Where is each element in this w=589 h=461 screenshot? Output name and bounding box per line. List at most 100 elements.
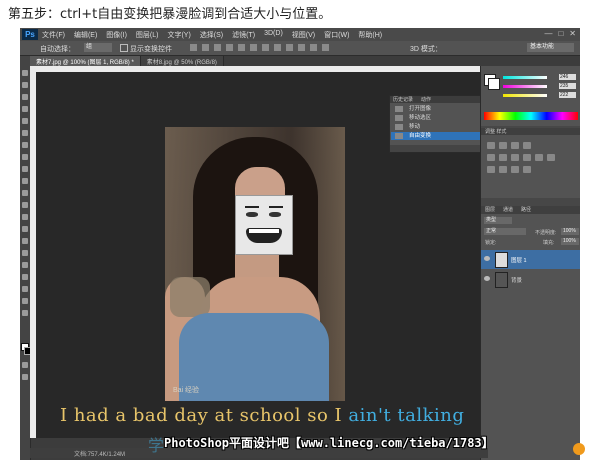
subtitle-part-1: I had a bad day at school so I [60, 405, 343, 426]
show-transform-checkbox[interactable] [120, 44, 128, 52]
clone-stamp-tool-icon[interactable] [22, 166, 28, 172]
menu-filter[interactable]: 滤镜(T) [232, 30, 255, 40]
color-panel-background-swatch[interactable] [488, 78, 500, 90]
tab-paths[interactable]: 路径 [521, 206, 531, 214]
fill-field[interactable]: 100% [561, 238, 579, 245]
threshold-icon[interactable] [511, 166, 519, 173]
dodge-tool-icon[interactable] [22, 226, 28, 232]
menu-help[interactable]: 帮助(H) [358, 30, 382, 40]
menu-view[interactable]: 视图(V) [292, 30, 315, 40]
opacity-field[interactable]: 100% [561, 228, 579, 235]
blue-value-field[interactable]: 222 [559, 92, 576, 98]
auto-select-dropdown[interactable]: 组 [84, 43, 112, 52]
tab-document-1[interactable]: 素材7.jpg @ 100% (图层 1, RGB/8) * [30, 56, 141, 66]
align-bottom-icon[interactable] [214, 44, 221, 51]
layer-row[interactable]: 背景 [481, 270, 580, 289]
align-right-icon[interactable] [250, 44, 257, 51]
distribute-top-icon[interactable] [262, 44, 269, 51]
eraser-tool-icon[interactable] [22, 190, 28, 196]
invert-icon[interactable] [487, 166, 495, 173]
close-button[interactable]: ✕ [569, 29, 576, 38]
tab-actions[interactable]: 动作 [421, 96, 431, 103]
align-left-icon[interactable] [226, 44, 233, 51]
pen-tool-icon[interactable] [22, 238, 28, 244]
hue-saturation-icon[interactable] [499, 154, 507, 161]
blur-tool-icon[interactable] [22, 214, 28, 220]
color-balance-icon[interactable] [511, 154, 519, 161]
shape-tool-icon[interactable] [22, 274, 28, 280]
document-photo[interactable]: Bai 经验 [165, 127, 345, 401]
tab-channels[interactable]: 通道 [503, 206, 513, 214]
distribute-bottom-icon[interactable] [286, 44, 293, 51]
menu-type[interactable]: 文字(Y) [167, 30, 190, 40]
distribute-left-icon[interactable] [298, 44, 305, 51]
history-item-selected[interactable]: 自由变换 [391, 132, 481, 140]
align-vcenter-icon[interactable] [202, 44, 209, 51]
photo-filter-icon[interactable] [535, 154, 543, 161]
black-white-icon[interactable] [523, 154, 531, 161]
screen-mode-icon[interactable] [22, 374, 28, 380]
menu-select[interactable]: 选择(S) [200, 30, 223, 40]
vibrance-icon[interactable] [487, 154, 495, 161]
curves-icon[interactable] [511, 142, 519, 149]
tab-history[interactable]: 历史记录 [393, 96, 413, 103]
lasso-tool-icon[interactable] [22, 94, 28, 100]
gradient-tool-icon[interactable] [22, 202, 28, 208]
healing-brush-tool-icon[interactable] [22, 142, 28, 148]
workspace-dropdown[interactable]: 基本功能 [527, 43, 574, 52]
posterize-icon[interactable] [499, 166, 507, 173]
path-select-tool-icon[interactable] [22, 262, 28, 268]
blue-slider[interactable] [503, 94, 547, 97]
align-top-icon[interactable] [190, 44, 197, 51]
distribute-vcenter-icon[interactable] [274, 44, 281, 51]
levels-icon[interactable] [499, 142, 507, 149]
red-slider[interactable] [503, 76, 547, 79]
color-spectrum-bar[interactable] [484, 112, 578, 120]
minimize-button[interactable]: — [544, 29, 552, 38]
brush-tool-icon[interactable] [22, 154, 28, 160]
marquee-tool-icon[interactable] [22, 82, 28, 88]
hand-tool-icon[interactable] [22, 298, 28, 304]
tab-styles[interactable]: 样式 [496, 129, 506, 135]
zoom-tool-icon[interactable] [22, 310, 28, 316]
layer-filter-dropdown[interactable]: 类型 [484, 217, 512, 224]
type-tool-icon[interactable] [22, 250, 28, 256]
move-tool-icon[interactable] [22, 70, 28, 76]
distribute-hcenter-icon[interactable] [310, 44, 317, 51]
layer-thumbnail [495, 272, 508, 288]
menu-window[interactable]: 窗口(W) [324, 30, 349, 40]
tab-adjustments[interactable]: 调整 [485, 129, 495, 135]
red-value-field[interactable]: 246 [559, 74, 576, 80]
eyedropper-tool-icon[interactable] [22, 130, 28, 136]
align-hcenter-icon[interactable] [238, 44, 245, 51]
quick-select-tool-icon[interactable] [22, 106, 28, 112]
menu-layer[interactable]: 图层(L) [136, 30, 159, 40]
maximize-button[interactable]: □ [558, 29, 563, 38]
distribute-right-icon[interactable] [322, 44, 329, 51]
quick-mask-icon[interactable] [22, 362, 28, 368]
menu-file[interactable]: 文件(F) [42, 30, 65, 40]
history-brush-tool-icon[interactable] [22, 178, 28, 184]
brightness-contrast-icon[interactable] [487, 142, 495, 149]
history-item[interactable]: 打开图像 [391, 105, 481, 113]
history-item[interactable]: 移动 [391, 123, 481, 131]
layer-row-selected[interactable]: 图层 1 [481, 250, 580, 269]
exposure-icon[interactable] [523, 142, 531, 149]
channel-mixer-icon[interactable] [547, 154, 555, 161]
blend-mode-dropdown[interactable]: 正常 [484, 228, 526, 235]
green-slider[interactable] [503, 85, 547, 88]
history-item[interactable]: 移动选区 [391, 114, 481, 122]
3d-tool-icon[interactable] [22, 286, 28, 292]
menu-image[interactable]: 图像(I) [106, 30, 127, 40]
rage-face-layer[interactable] [235, 195, 293, 255]
menu-3d[interactable]: 3D(D) [264, 30, 283, 40]
forum-banner: PhotoShop平面设计吧【www.linecg.com/tieba/1783… [164, 436, 494, 450]
visibility-eye-icon[interactable] [484, 256, 490, 261]
gradient-map-icon[interactable] [523, 166, 531, 173]
green-value-field[interactable]: 235 [559, 83, 576, 89]
tab-document-2[interactable]: 素材8.jpg @ 50% (RGB/8) [140, 56, 224, 66]
visibility-eye-icon[interactable] [484, 276, 490, 281]
tab-layers[interactable]: 图层 [485, 206, 495, 214]
crop-tool-icon[interactable] [22, 118, 28, 124]
menu-edit[interactable]: 编辑(E) [74, 30, 97, 40]
